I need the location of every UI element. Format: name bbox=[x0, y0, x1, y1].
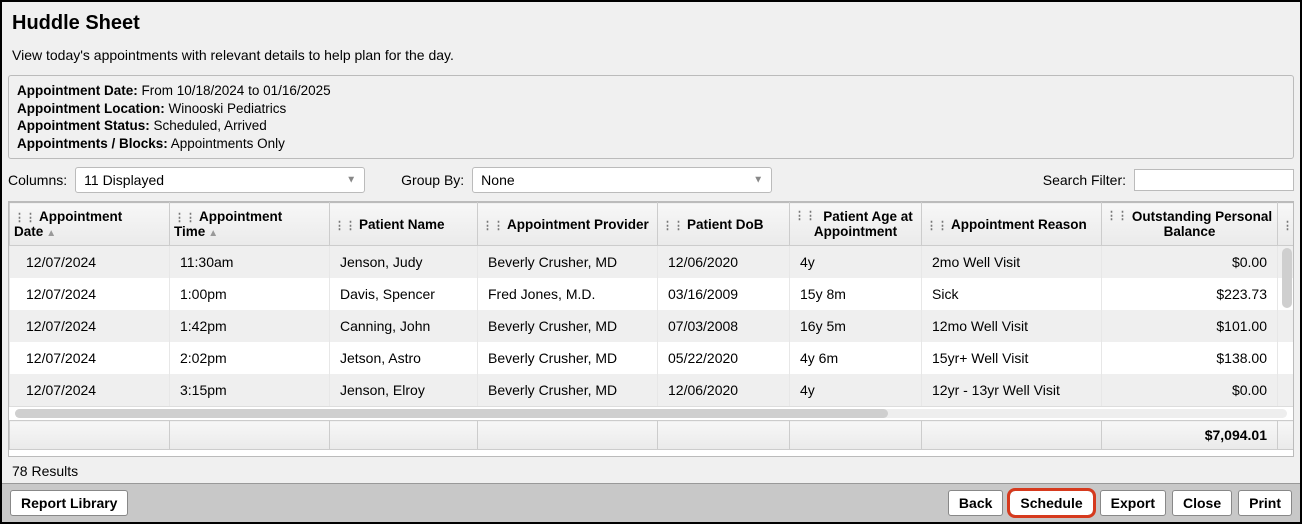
criteria-date-value: From 10/18/2024 to 01/16/2025 bbox=[138, 83, 331, 98]
criteria-location-value: Winooski Pediatrics bbox=[165, 101, 287, 116]
horizontal-scrollbar[interactable] bbox=[9, 406, 1293, 420]
col-header-time[interactable]: ⋮⋮Appointment Time▲ bbox=[170, 203, 330, 246]
groupby-label: Group By: bbox=[401, 172, 464, 188]
drag-handle-icon[interactable]: ⋮⋮ bbox=[334, 220, 356, 232]
criteria-location-label: Appointment Location: bbox=[17, 101, 165, 116]
schedule-button[interactable]: Schedule bbox=[1009, 490, 1093, 516]
vertical-scrollbar[interactable] bbox=[1282, 248, 1292, 308]
columns-select[interactable]: 11 Displayed ▼ bbox=[75, 167, 365, 193]
col-header-provider[interactable]: ⋮⋮Appointment Provider bbox=[478, 203, 658, 246]
table-row[interactable]: 12/07/2024 3:15pm Jenson, Elroy Beverly … bbox=[10, 374, 1295, 406]
drag-handle-icon[interactable]: ⋮⋮ bbox=[926, 220, 948, 232]
columns-label: Columns: bbox=[8, 172, 67, 188]
page-subtitle: View today's appointments with relevant … bbox=[12, 47, 1290, 63]
drag-handle-icon[interactable]: ⋮⋮ bbox=[1106, 209, 1128, 222]
table-header-row: ⋮⋮Appointment Date▲ ⋮⋮Appointment Time▲ … bbox=[10, 203, 1295, 246]
drag-handle-icon[interactable]: ⋮⋮ bbox=[14, 212, 36, 224]
table-body: 12/07/2024 11:30am Jenson, Judy Beverly … bbox=[10, 246, 1295, 407]
search-input[interactable] bbox=[1134, 169, 1294, 191]
back-button[interactable]: Back bbox=[948, 490, 1003, 516]
groupby-select-value: None bbox=[481, 172, 514, 188]
drag-handle-icon[interactable]: ⋮⋮ bbox=[174, 212, 196, 224]
table-row[interactable]: 12/07/2024 11:30am Jenson, Judy Beverly … bbox=[10, 246, 1295, 279]
criteria-box: Appointment Date: From 10/18/2024 to 01/… bbox=[8, 75, 1294, 159]
drag-handle-icon[interactable]: ⋮⋮ bbox=[482, 220, 504, 232]
huddle-sheet-window: Huddle Sheet View today's appointments w… bbox=[0, 0, 1302, 524]
search-label: Search Filter: bbox=[1043, 172, 1126, 188]
criteria-date-label: Appointment Date: bbox=[17, 83, 138, 98]
criteria-status-label: Appointment Status: bbox=[17, 118, 150, 133]
criteria-status-value: Scheduled, Arrived bbox=[150, 118, 267, 133]
close-button[interactable]: Close bbox=[1172, 490, 1232, 516]
drag-handle-icon[interactable]: ⋮⋮ bbox=[1282, 220, 1294, 232]
scrollbar-thumb[interactable] bbox=[15, 409, 888, 418]
col-header-dob[interactable]: ⋮⋮Patient DoB bbox=[658, 203, 790, 246]
table-row[interactable]: 12/07/2024 1:00pm Davis, Spencer Fred Jo… bbox=[10, 278, 1295, 310]
header: Huddle Sheet View today's appointments w… bbox=[2, 2, 1300, 75]
col-header-age[interactable]: ⋮⋮Patient Age at Appointment bbox=[790, 203, 922, 246]
drag-handle-icon[interactable]: ⋮⋮ bbox=[662, 220, 684, 232]
table-wrap: ⋮⋮Appointment Date▲ ⋮⋮Appointment Time▲ … bbox=[8, 201, 1294, 457]
caret-down-icon: ▼ bbox=[346, 175, 356, 186]
export-button[interactable]: Export bbox=[1100, 490, 1166, 516]
table-footer-row: $7,094.01 bbox=[10, 421, 1295, 450]
footer-total: $7,094.01 bbox=[1102, 421, 1278, 450]
sort-asc-icon: ▲ bbox=[208, 228, 218, 239]
col-header-date[interactable]: ⋮⋮Appointment Date▲ bbox=[10, 203, 170, 246]
criteria-blocks-label: Appointments / Blocks: bbox=[17, 136, 168, 151]
footer-bar: Report Library Back Schedule Export Clos… bbox=[2, 483, 1300, 522]
criteria-blocks-value: Appointments Only bbox=[168, 136, 285, 151]
columns-select-value: 11 Displayed bbox=[84, 172, 164, 188]
table-footer: $7,094.01 bbox=[9, 420, 1294, 450]
table-row[interactable]: 12/07/2024 1:42pm Canning, John Beverly … bbox=[10, 310, 1295, 342]
drag-handle-icon[interactable]: ⋮⋮ bbox=[794, 209, 816, 222]
report-library-button[interactable]: Report Library bbox=[10, 490, 128, 516]
col-header-name[interactable]: ⋮⋮Patient Name bbox=[330, 203, 478, 246]
controls-row: Columns: 11 Displayed ▼ Group By: None ▼… bbox=[2, 159, 1300, 201]
caret-down-icon: ▼ bbox=[753, 175, 763, 186]
col-header-extra[interactable]: ⋮⋮ bbox=[1278, 203, 1295, 246]
results-count: 78 Results bbox=[2, 457, 1300, 483]
appointments-table: ⋮⋮Appointment Date▲ ⋮⋮Appointment Time▲ … bbox=[9, 202, 1294, 406]
sort-asc-icon: ▲ bbox=[46, 228, 56, 239]
col-header-reason[interactable]: ⋮⋮Appointment Reason bbox=[922, 203, 1102, 246]
print-button[interactable]: Print bbox=[1238, 490, 1292, 516]
groupby-select[interactable]: None ▼ bbox=[472, 167, 772, 193]
page-title: Huddle Sheet bbox=[12, 12, 1290, 35]
table-row[interactable]: 12/07/2024 2:02pm Jetson, Astro Beverly … bbox=[10, 342, 1295, 374]
col-header-balance[interactable]: ⋮⋮Outstanding Personal Balance bbox=[1102, 203, 1278, 246]
